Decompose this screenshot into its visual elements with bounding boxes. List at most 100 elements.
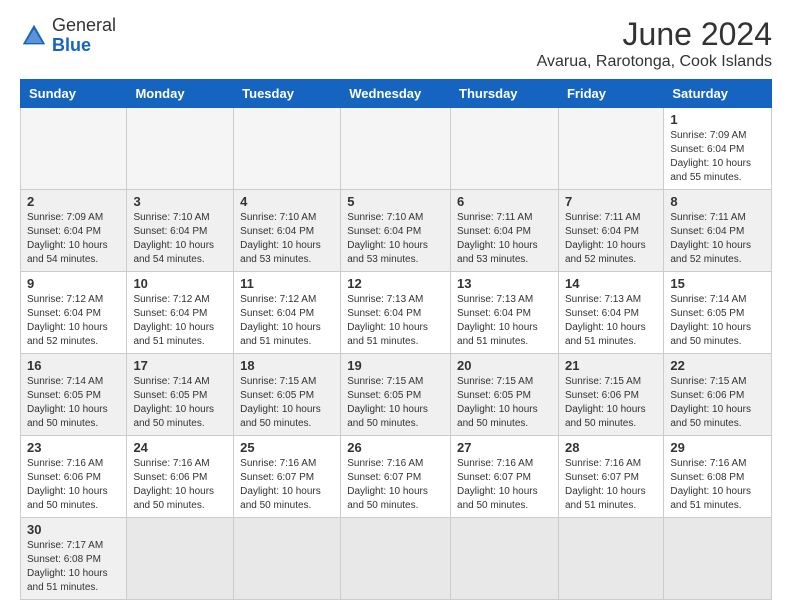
day-info: Sunrise: 7:09 AM Sunset: 6:04 PM Dayligh… <box>27 211 120 267</box>
day-number: 11 <box>240 276 334 291</box>
day-info: Sunrise: 7:12 AM Sunset: 6:04 PM Dayligh… <box>27 293 120 349</box>
calendar-cell <box>21 108 127 190</box>
day-number: 29 <box>670 440 765 455</box>
day-info: Sunrise: 7:15 AM Sunset: 6:06 PM Dayligh… <box>670 375 765 431</box>
day-number: 14 <box>565 276 657 291</box>
calendar-cell <box>451 108 559 190</box>
calendar-cell: 17 Sunrise: 7:14 AM Sunset: 6:05 PM Dayli… <box>127 354 234 436</box>
col-header-wednesday: Wednesday <box>341 80 451 108</box>
day-number: 9 <box>27 276 120 291</box>
calendar-cell <box>558 108 663 190</box>
calendar-cell <box>451 518 559 600</box>
calendar-cell <box>341 518 451 600</box>
day-number: 28 <box>565 440 657 455</box>
day-number: 13 <box>457 276 552 291</box>
calendar-cell <box>127 518 234 600</box>
calendar-cell: 28 Sunrise: 7:16 AM Sunset: 6:07 PM Dayli… <box>558 436 663 518</box>
day-info: Sunrise: 7:11 AM Sunset: 6:04 PM Dayligh… <box>457 211 552 267</box>
day-number: 2 <box>27 194 120 209</box>
calendar-week-5: 23 Sunrise: 7:16 AM Sunset: 6:06 PM Dayli… <box>21 436 772 518</box>
calendar-cell: 26 Sunrise: 7:16 AM Sunset: 6:07 PM Dayli… <box>341 436 451 518</box>
calendar-cell: 23 Sunrise: 7:16 AM Sunset: 6:06 PM Dayli… <box>21 436 127 518</box>
day-info: Sunrise: 7:15 AM Sunset: 6:05 PM Dayligh… <box>347 375 444 431</box>
logo-blue: Blue <box>52 35 91 55</box>
day-info: Sunrise: 7:17 AM Sunset: 6:08 PM Dayligh… <box>27 539 120 595</box>
calendar-week-3: 9 Sunrise: 7:12 AM Sunset: 6:04 PM Daylig… <box>21 272 772 354</box>
calendar-cell: 18 Sunrise: 7:15 AM Sunset: 6:05 PM Dayli… <box>234 354 341 436</box>
day-info: Sunrise: 7:13 AM Sunset: 6:04 PM Dayligh… <box>347 293 444 349</box>
day-number: 23 <box>27 440 120 455</box>
calendar-cell <box>234 108 341 190</box>
day-info: Sunrise: 7:14 AM Sunset: 6:05 PM Dayligh… <box>670 293 765 349</box>
day-number: 24 <box>133 440 227 455</box>
col-header-thursday: Thursday <box>451 80 559 108</box>
col-header-saturday: Saturday <box>664 80 772 108</box>
day-info: Sunrise: 7:14 AM Sunset: 6:05 PM Dayligh… <box>133 375 227 431</box>
day-info: Sunrise: 7:10 AM Sunset: 6:04 PM Dayligh… <box>240 211 334 267</box>
day-number: 16 <box>27 358 120 373</box>
calendar-week-6: 30 Sunrise: 7:17 AM Sunset: 6:08 PM Dayli… <box>21 518 772 600</box>
day-info: Sunrise: 7:12 AM Sunset: 6:04 PM Dayligh… <box>133 293 227 349</box>
day-number: 26 <box>347 440 444 455</box>
logo-icon <box>20 22 48 50</box>
calendar-cell: 14Sunrise: 7:13 AM Sunset: 6:04 PM Dayli… <box>558 272 663 354</box>
day-number: 3 <box>133 194 227 209</box>
col-header-sunday: Sunday <box>21 80 127 108</box>
day-info: Sunrise: 7:16 AM Sunset: 6:06 PM Dayligh… <box>27 457 120 513</box>
calendar-week-4: 16 Sunrise: 7:14 AM Sunset: 6:05 PM Dayli… <box>21 354 772 436</box>
day-number: 27 <box>457 440 552 455</box>
calendar-cell: 2 Sunrise: 7:09 AM Sunset: 6:04 PM Daylig… <box>21 190 127 272</box>
calendar-cell: 24Sunrise: 7:16 AM Sunset: 6:06 PM Dayli… <box>127 436 234 518</box>
calendar-cell <box>558 518 663 600</box>
calendar-cell: 3 Sunrise: 7:10 AM Sunset: 6:04 PM Daylig… <box>127 190 234 272</box>
day-number: 15 <box>670 276 765 291</box>
day-info: Sunrise: 7:10 AM Sunset: 6:04 PM Dayligh… <box>133 211 227 267</box>
calendar-cell: 16 Sunrise: 7:14 AM Sunset: 6:05 PM Dayli… <box>21 354 127 436</box>
day-number: 10 <box>133 276 227 291</box>
day-info: Sunrise: 7:15 AM Sunset: 6:06 PM Dayligh… <box>565 375 657 431</box>
title-block: June 2024 Avarua, Rarotonga, Cook Island… <box>537 16 772 71</box>
logo-general: General <box>52 15 116 35</box>
day-info: Sunrise: 7:13 AM Sunset: 6:04 PM Dayligh… <box>457 293 552 349</box>
calendar-cell: 1Sunrise: 7:09 AM Sunset: 6:04 PM Daylig… <box>664 108 772 190</box>
calendar-cell: 5 Sunrise: 7:10 AM Sunset: 6:04 PM Daylig… <box>341 190 451 272</box>
calendar-cell: 25Sunrise: 7:16 AM Sunset: 6:07 PM Dayli… <box>234 436 341 518</box>
calendar-cell: 20Sunrise: 7:15 AM Sunset: 6:05 PM Dayli… <box>451 354 559 436</box>
day-number: 21 <box>565 358 657 373</box>
calendar-cell: 30 Sunrise: 7:17 AM Sunset: 6:08 PM Dayli… <box>21 518 127 600</box>
day-number: 1 <box>670 112 765 127</box>
day-info: Sunrise: 7:16 AM Sunset: 6:07 PM Dayligh… <box>347 457 444 513</box>
calendar-week-2: 2 Sunrise: 7:09 AM Sunset: 6:04 PM Daylig… <box>21 190 772 272</box>
day-number: 7 <box>565 194 657 209</box>
day-number: 30 <box>27 522 120 537</box>
day-info: Sunrise: 7:15 AM Sunset: 6:05 PM Dayligh… <box>240 375 334 431</box>
day-number: 4 <box>240 194 334 209</box>
calendar-cell: 27Sunrise: 7:16 AM Sunset: 6:07 PM Dayli… <box>451 436 559 518</box>
day-info: Sunrise: 7:16 AM Sunset: 6:08 PM Dayligh… <box>670 457 765 513</box>
calendar-cell: 19Sunrise: 7:15 AM Sunset: 6:05 PM Dayli… <box>341 354 451 436</box>
calendar-cell: 22 Sunrise: 7:15 AM Sunset: 6:06 PM Dayli… <box>664 354 772 436</box>
calendar-cell <box>234 518 341 600</box>
calendar: SundayMondayTuesdayWednesdayThursdayFrid… <box>20 79 772 600</box>
calendar-cell: 21 Sunrise: 7:15 AM Sunset: 6:06 PM Dayli… <box>558 354 663 436</box>
day-info: Sunrise: 7:14 AM Sunset: 6:05 PM Dayligh… <box>27 375 120 431</box>
calendar-cell <box>127 108 234 190</box>
day-number: 18 <box>240 358 334 373</box>
day-info: Sunrise: 7:11 AM Sunset: 6:04 PM Dayligh… <box>565 211 657 267</box>
day-number: 6 <box>457 194 552 209</box>
calendar-cell: 8Sunrise: 7:11 AM Sunset: 6:04 PM Daylig… <box>664 190 772 272</box>
day-info: Sunrise: 7:12 AM Sunset: 6:04 PM Dayligh… <box>240 293 334 349</box>
calendar-cell: 13 Sunrise: 7:13 AM Sunset: 6:04 PM Dayli… <box>451 272 559 354</box>
day-number: 17 <box>133 358 227 373</box>
calendar-cell: 10 Sunrise: 7:12 AM Sunset: 6:04 PM Dayli… <box>127 272 234 354</box>
day-number: 22 <box>670 358 765 373</box>
day-number: 5 <box>347 194 444 209</box>
day-info: Sunrise: 7:10 AM Sunset: 6:04 PM Dayligh… <box>347 211 444 267</box>
calendar-cell: 12 Sunrise: 7:13 AM Sunset: 6:04 PM Dayli… <box>341 272 451 354</box>
day-number: 12 <box>347 276 444 291</box>
calendar-cell: 15 Sunrise: 7:14 AM Sunset: 6:05 PM Dayli… <box>664 272 772 354</box>
col-header-monday: Monday <box>127 80 234 108</box>
subtitle: Avarua, Rarotonga, Cook Islands <box>537 53 772 71</box>
day-info: Sunrise: 7:16 AM Sunset: 6:07 PM Dayligh… <box>565 457 657 513</box>
calendar-cell: 29 Sunrise: 7:16 AM Sunset: 6:08 PM Dayli… <box>664 436 772 518</box>
